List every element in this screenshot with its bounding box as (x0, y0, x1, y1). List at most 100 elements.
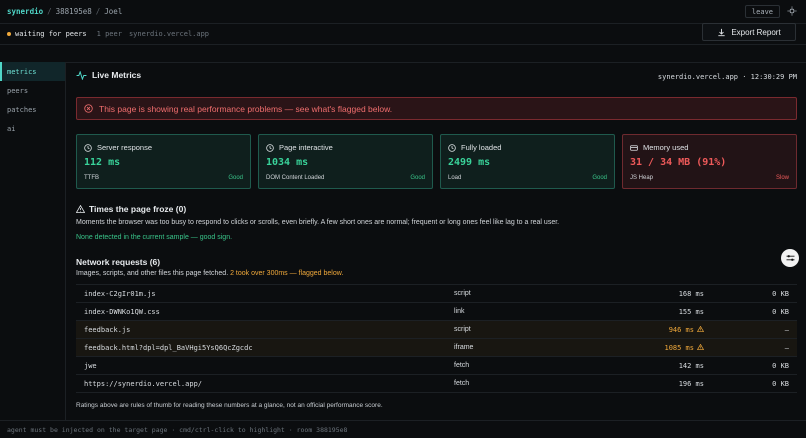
request-time: 946 ms (668, 325, 694, 334)
performance-alert: This page is showing real performance pr… (76, 97, 797, 120)
metric-title: Server response (97, 143, 153, 152)
metric-value: 1034 ms (266, 157, 309, 168)
freeze-title: Times the page froze (0) (89, 204, 187, 214)
metric-card-fully-loaded: Fully loaded 2499 ms Load Good (440, 134, 615, 189)
sun-icon[interactable] (787, 6, 797, 16)
floating-toggle-button[interactable] (781, 249, 799, 267)
bottom-status-bar: agent must be injected on the target pag… (0, 420, 806, 438)
network-title: Network requests (6) (76, 257, 161, 267)
request-type: link (454, 308, 465, 315)
download-icon (718, 28, 725, 36)
metric-card-memory-used: Memory used 31 / 34 MB (91%) JS Heap Slo… (622, 134, 797, 189)
request-size: 0 KB (772, 307, 789, 316)
status-dot (7, 32, 11, 36)
metric-title: Memory used (643, 143, 689, 152)
request-type: fetch (454, 380, 470, 387)
clock-icon (448, 143, 456, 152)
leave-button[interactable]: leave (744, 5, 780, 18)
metric-sub: TTFB (84, 175, 99, 181)
network-row[interactable]: index-C2gIr01m.js script 168 ms 0 KB (76, 284, 797, 303)
request-name: index-C2gIr01m.js (84, 289, 156, 298)
clock-icon (84, 143, 92, 152)
metric-value: 2499 ms (448, 157, 491, 168)
network-description: Images, scripts, and other files this pa… (76, 270, 343, 277)
request-time: 155 ms (678, 307, 704, 316)
export-report-button[interactable]: Export Report (702, 23, 796, 41)
metric-value: 112 ms (84, 157, 121, 168)
page-title: Live Metrics (92, 70, 142, 80)
metric-title: Page interactive (279, 143, 333, 152)
metric-cards: Server response 112 ms TTFB Good Page in… (76, 134, 797, 189)
sidebar-item-metrics[interactable]: metrics (0, 62, 65, 81)
agent-hint: agent must be injected on the target pag… (7, 425, 348, 434)
request-time: 142 ms (678, 361, 704, 370)
sidebar-item-ai[interactable]: ai (0, 119, 65, 138)
request-size: 0 KB (772, 289, 789, 298)
user-name: Joel (104, 7, 123, 16)
request-type: iframe (454, 344, 474, 351)
request-time: 168 ms (678, 289, 704, 298)
request-name: https://synerdio.vercel.app/ (84, 379, 203, 388)
collapsed-panel-row (0, 45, 806, 63)
request-name: jwe (84, 361, 97, 370)
breadcrumb-separator: / (95, 7, 101, 16)
request-time: 196 ms (678, 379, 704, 388)
target-timestamp: synerdio.vercel.app · 12:30:29 PM (657, 73, 797, 81)
request-type: script (454, 326, 471, 333)
freeze-description: Moments the browser was too busy to resp… (76, 219, 560, 226)
sidebar: metrics peers patches ai (0, 62, 66, 420)
network-requests-table: index-C2gIr01m.js script 168 ms 0 KB index-D… (76, 284, 797, 393)
sidebar-item-patches[interactable]: patches (0, 100, 65, 119)
request-size: — (784, 343, 789, 352)
network-row[interactable]: index-DWNKo1QW.css link 155 ms 0 KB (76, 302, 797, 321)
metric-title: Fully loaded (461, 143, 502, 152)
room-id: 388195e8 (55, 7, 92, 16)
network-desc-text: Images, scripts, and other files this pa… (76, 270, 229, 277)
network-row[interactable]: feedback.js script 946 ms — (76, 320, 797, 339)
metric-sub: DOM Content Loaded (266, 175, 325, 181)
metric-sub: JS Heap (630, 175, 654, 181)
request-name: feedback.js (84, 325, 131, 334)
sidebar-item-peers[interactable]: peers (0, 81, 65, 100)
metric-status: Good (228, 175, 243, 181)
network-row[interactable]: jwe fetch 142 ms 0 KB (76, 356, 797, 375)
connection-status: waiting for peers (15, 30, 87, 38)
export-report-label: Export Report (731, 27, 781, 37)
brand-logo[interactable]: synerdio (7, 7, 43, 16)
warning-icon (76, 205, 85, 213)
status-bar: waiting for peers 1 peer synerdio.vercel… (0, 24, 806, 45)
alert-text: This page is showing real performance pr… (99, 103, 393, 114)
breadcrumb-separator: / (47, 7, 52, 16)
target-host: synerdio.vercel.app (128, 30, 210, 38)
request-type: fetch (454, 362, 470, 369)
metric-card-server-response: Server response 112 ms TTFB Good (76, 134, 251, 189)
metric-value: 31 / 34 MB (91%) (630, 157, 727, 168)
network-desc-flag: 2 took over 300ms — flagged below. (230, 270, 344, 277)
request-name: index-DWNKo1QW.css (84, 307, 160, 316)
request-size: — (784, 325, 789, 334)
request-type: script (454, 290, 471, 297)
panel-header: Live Metrics (76, 70, 141, 80)
sliders-icon (786, 255, 794, 261)
top-bar: synerdio / 388195e8 / Joel leave (0, 0, 806, 24)
metric-status: Good (592, 175, 607, 181)
clock-icon (266, 143, 274, 152)
request-size: 0 KB (772, 361, 789, 370)
freeze-section-title: Times the page froze (0) (76, 204, 186, 214)
ratings-note: Ratings above are rules of thumb for rea… (76, 402, 383, 409)
network-section-title: Network requests (6) (76, 257, 160, 267)
freeze-result: None detected in the current sample — go… (76, 234, 233, 241)
metric-sub: Load (448, 175, 462, 181)
request-name: feedback.html?dpl=dpl_BaVHgi5YsQ6QcZgcdc (84, 343, 253, 352)
warning-icon (696, 343, 705, 350)
warning-icon (696, 325, 705, 332)
metric-status: Good (410, 175, 425, 181)
memory-icon (630, 144, 638, 151)
metric-card-page-interactive: Page interactive 1034 ms DOM Content Loa… (258, 134, 433, 189)
request-time: 1085 ms (664, 343, 694, 352)
network-row[interactable]: feedback.html?dpl=dpl_BaVHgi5YsQ6QcZgcdc… (76, 338, 797, 357)
network-row[interactable]: https://synerdio.vercel.app/fetch 196 ms 0… (76, 374, 797, 393)
alert-circle-icon (84, 104, 93, 113)
main-panel: Live Metrics synerdio.vercel.app · 12:30… (67, 62, 806, 420)
peer-count: 1 peer (96, 30, 122, 38)
